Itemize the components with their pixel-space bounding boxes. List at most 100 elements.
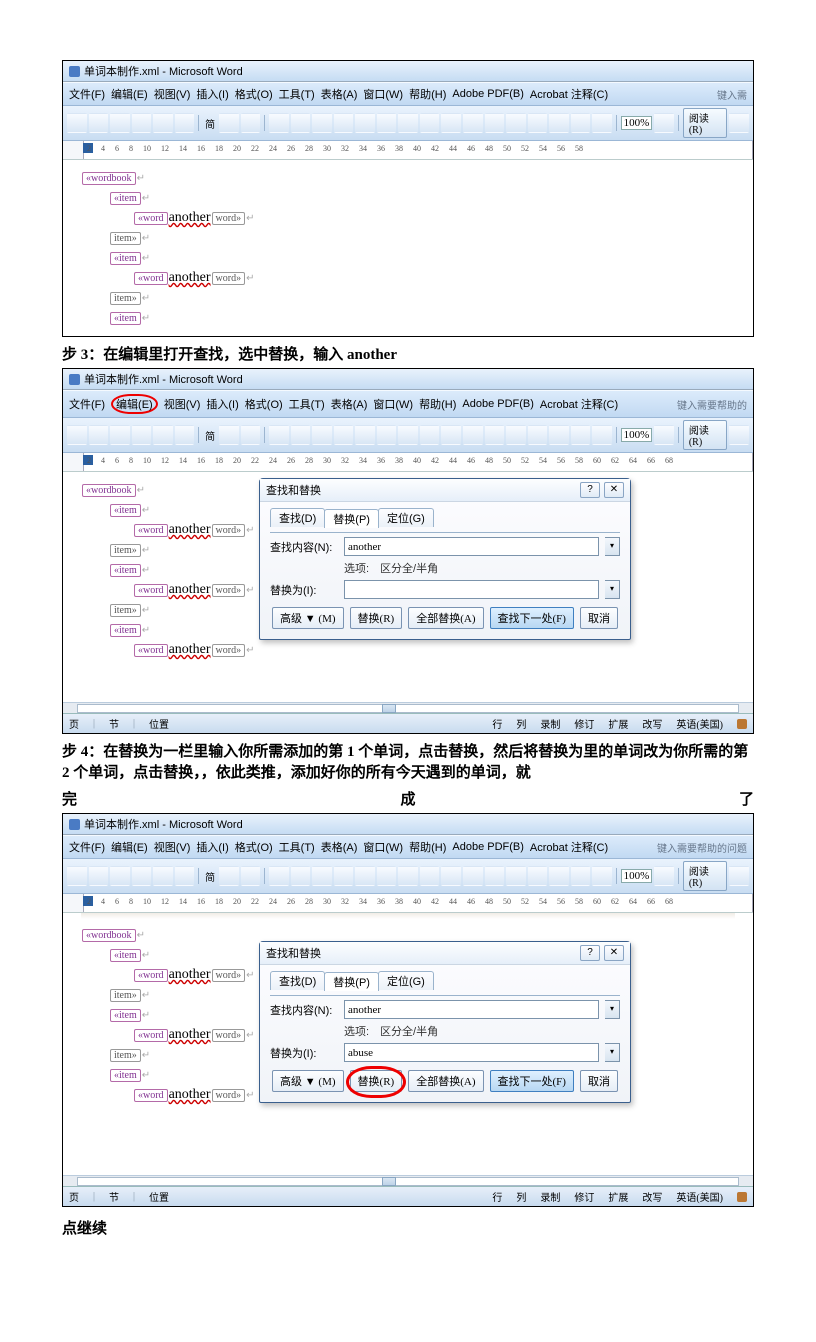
replace-input[interactable]: abuse [344, 1043, 599, 1062]
toolbar-button[interactable] [420, 113, 440, 133]
menu-pdf[interactable]: Adobe PDF(B) [452, 88, 524, 100]
toolbar-button[interactable] [110, 113, 130, 133]
toolbar-button[interactable] [485, 113, 505, 133]
toolbar-button[interactable] [441, 113, 461, 133]
toolbar: 简 100% 阅读(R) [63, 418, 753, 453]
replace-input[interactable] [344, 580, 599, 599]
menu-acrobat[interactable]: Acrobat 注释(C) [530, 86, 608, 102]
tag-word: word [143, 273, 164, 284]
find-next-button[interactable]: 查找下一处(F) [490, 607, 574, 629]
cancel-button[interactable]: 取消 [580, 607, 618, 629]
replace-label: 替换为(I): [270, 582, 338, 598]
menu-view[interactable]: 视图(V) [154, 86, 191, 102]
menubar[interactable]: 文件(F) 编辑(E) 视图(V) 插入(I) 格式(O) 工具(T) 表格(A… [63, 390, 753, 418]
toolbar-button[interactable] [132, 113, 152, 133]
dropdown-icon[interactable]: ▾ [605, 1000, 620, 1019]
toolbar-button[interactable] [729, 113, 749, 133]
find-replace-dialog[interactable]: 查找和替换 ?✕ 查找(D) 替换(P) 定位(G) 查找内容(N): anot… [259, 941, 631, 1103]
toolbar-button[interactable] [312, 113, 332, 133]
help-icon[interactable]: ? [580, 482, 600, 498]
toolbar-button[interactable] [153, 113, 173, 133]
replace-all-button[interactable]: 全部替换(A) [408, 1070, 483, 1092]
more-button[interactable]: 高级 ▼ (M) [272, 1070, 344, 1092]
window-title: 单词本制作.xml - Microsoft Word [84, 63, 243, 79]
simple-btn[interactable]: 简 [203, 116, 217, 131]
status-icon [737, 1192, 747, 1202]
replace-all-button[interactable]: 全部替换(A) [408, 607, 483, 629]
document-area[interactable]: «wordbook↵ «item↵ «wordanotherword»↵ ite… [63, 913, 753, 1175]
step-3-text: 步 3：在编辑里打开查找，选中替换，输入 another [62, 343, 754, 364]
menu-tools[interactable]: 工具(T) [279, 86, 315, 102]
more-button[interactable]: 高级 ▼ (M) [272, 607, 344, 629]
menu-insert[interactable]: 插入(I) [196, 86, 228, 102]
toolbar-button[interactable] [592, 113, 612, 133]
document-area[interactable]: «wordbook↵ «item↵ «wordanotherword»↵ ite… [63, 472, 753, 702]
replace-button[interactable]: 替换(R) [350, 607, 403, 629]
dropdown-icon[interactable]: ▾ [605, 1043, 620, 1062]
toolbar-button[interactable] [241, 113, 261, 133]
dialog-titlebar[interactable]: 查找和替换 ?✕ [260, 942, 630, 965]
menu-table[interactable]: 表格(A) [321, 86, 358, 102]
scroll-thumb[interactable] [382, 704, 396, 713]
find-input[interactable]: another [344, 537, 599, 556]
toolbar-button[interactable] [269, 113, 289, 133]
titlebar: 单词本制作.xml - Microsoft Word [63, 61, 753, 82]
menu-edit[interactable]: 编辑(E) [111, 86, 148, 102]
read-button[interactable]: 阅读(R) [683, 108, 727, 138]
tab-replace[interactable]: 替换(P) [324, 972, 379, 991]
document-area[interactable]: «wordbook↵ «item↵ «wordanotherword»↵ ite… [63, 160, 753, 336]
close-icon[interactable]: ✕ [604, 945, 624, 961]
statusbar: 页| 节| 位置 行 列 录制修订扩展改写 英语(美国) [63, 713, 753, 733]
toolbar-button[interactable] [654, 113, 674, 133]
toolbar-button[interactable] [549, 113, 569, 133]
toolbar-button[interactable] [219, 113, 239, 133]
menu-window[interactable]: 窗口(W) [363, 86, 403, 102]
tab-find[interactable]: 查找(D) [270, 508, 325, 527]
find-input[interactable]: another [344, 1000, 599, 1019]
help-icon[interactable]: ? [580, 945, 600, 961]
tab-goto[interactable]: 定位(G) [378, 971, 434, 990]
find-replace-dialog[interactable]: 查找和替换 ?✕ 查找(D) 替换(P) 定位(G) 查找内容(N): anot… [259, 478, 631, 640]
dropdown-icon[interactable]: ▾ [605, 580, 620, 599]
find-next-button[interactable]: 查找下一处(F) [490, 1070, 574, 1092]
toolbar-button[interactable] [398, 113, 418, 133]
toolbar-button[interactable] [175, 113, 195, 133]
toolbar-button[interactable] [291, 113, 311, 133]
word-icon [69, 819, 80, 830]
close-icon[interactable]: ✕ [604, 482, 624, 498]
menu-file[interactable]: 文件(F) [69, 396, 105, 412]
hscroll[interactable] [63, 1175, 753, 1186]
toolbar-button[interactable] [571, 113, 591, 133]
help-hint[interactable]: 键入需 [717, 87, 747, 102]
toolbar-button[interactable] [377, 113, 397, 133]
dropdown-icon[interactable]: ▾ [605, 537, 620, 556]
toolbar-button[interactable] [506, 113, 526, 133]
tab-goto[interactable]: 定位(G) [378, 508, 434, 527]
zoom-combo[interactable]: 100% [621, 116, 653, 130]
tab-replace[interactable]: 替换(P) [324, 509, 379, 528]
menu-file[interactable]: 文件(F) [69, 86, 105, 102]
ruler[interactable]: 2468101214161820222426283032343638404244… [63, 453, 753, 472]
toolbar-button[interactable] [463, 113, 483, 133]
ruler[interactable]: 2468101214161820222426283032343638404244… [63, 141, 753, 160]
toolbar-button[interactable] [89, 113, 109, 133]
menubar[interactable]: 文件(F) 编辑(E) 视图(V) 插入(I) 格式(O) 工具(T) 表格(A… [63, 835, 753, 859]
toolbar-button[interactable] [334, 113, 354, 133]
menu-help[interactable]: 帮助(H) [409, 86, 446, 102]
separator [198, 115, 199, 131]
menu-edit-circled[interactable]: 编辑(E) [111, 394, 158, 414]
dialog-title: 查找和替换 [266, 482, 321, 498]
hscroll[interactable] [63, 702, 753, 713]
dialog-titlebar[interactable]: 查找和替换 ?✕ [260, 479, 630, 502]
toolbar-button[interactable] [67, 113, 87, 133]
scroll-thumb[interactable] [382, 1177, 396, 1186]
toolbar-button[interactable] [355, 113, 375, 133]
cancel-button[interactable]: 取消 [580, 1070, 618, 1092]
replace-button-circled[interactable]: 替换(R) [350, 1070, 403, 1092]
ruler[interactable]: 2468101214161820222426283032343638404244… [63, 894, 753, 913]
tag-item-close: item [114, 233, 132, 244]
menubar[interactable]: 文件(F) 编辑(E) 视图(V) 插入(I) 格式(O) 工具(T) 表格(A… [63, 82, 753, 106]
toolbar-button[interactable] [528, 113, 548, 133]
tab-find[interactable]: 查找(D) [270, 971, 325, 990]
menu-format[interactable]: 格式(O) [235, 86, 273, 102]
